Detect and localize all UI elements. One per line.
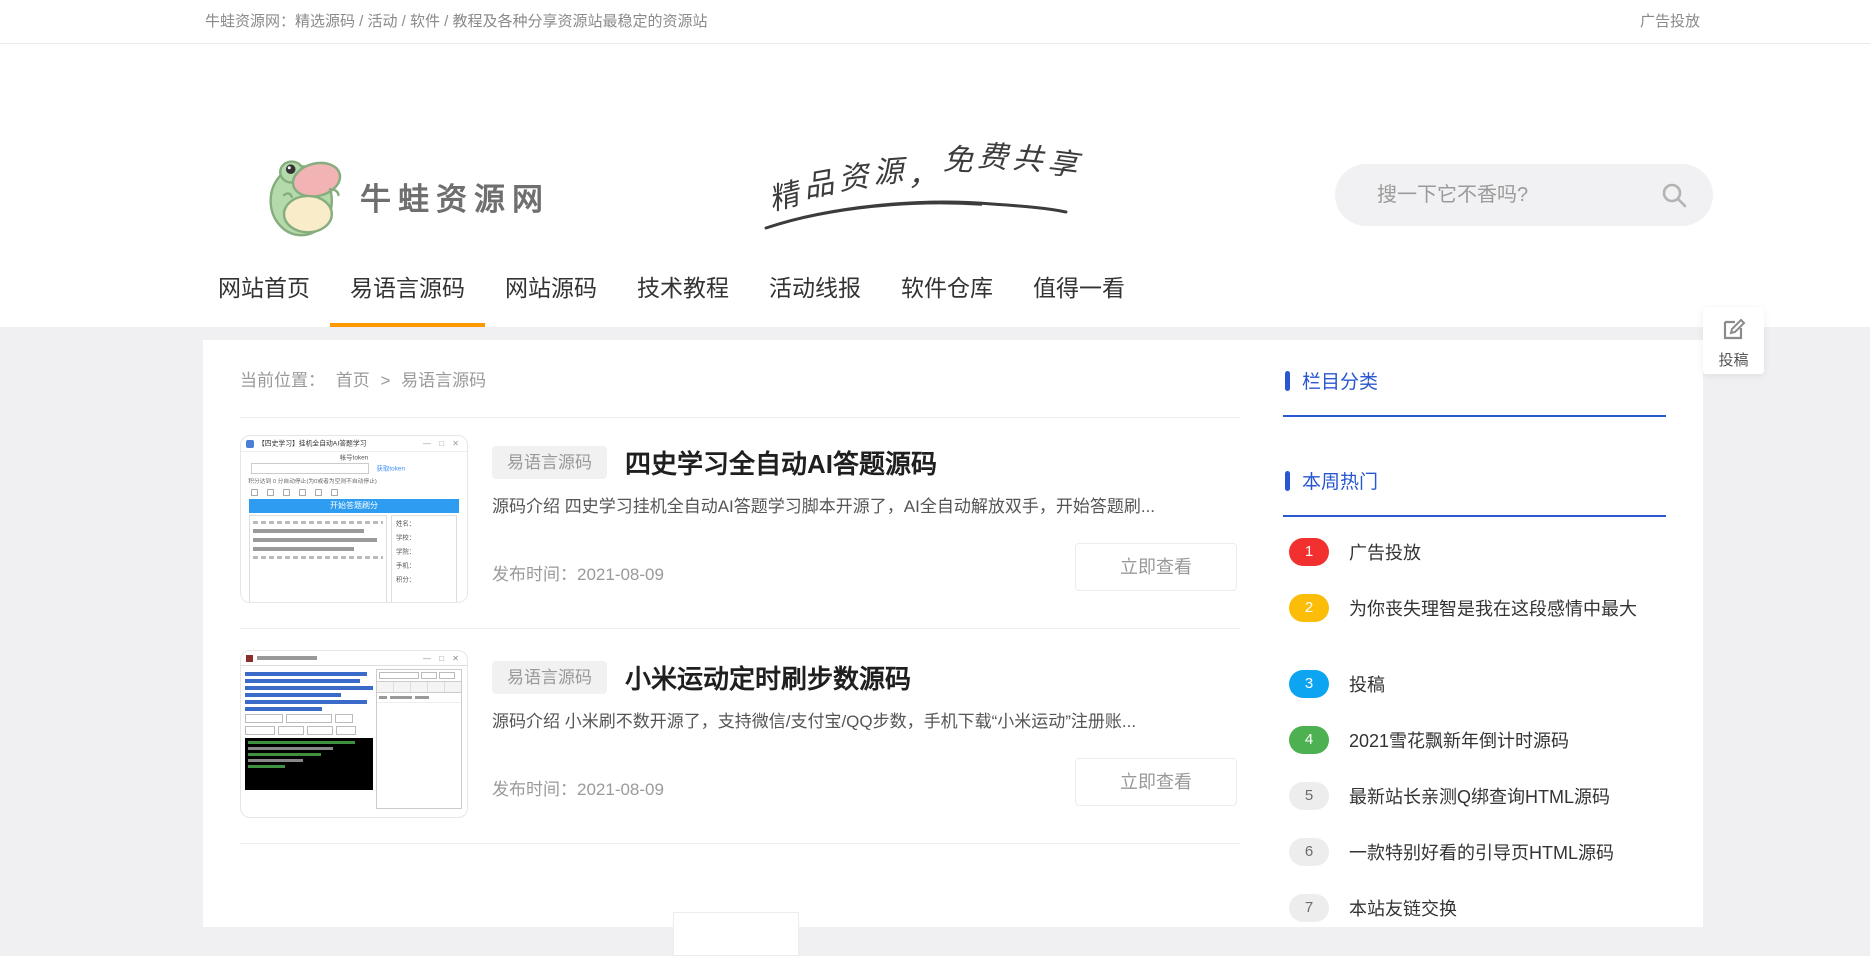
breadcrumb: 当前位置： 首页 > 易语言源码 [240,366,492,391]
rank-badge: 5 [1289,782,1329,810]
thumb1-window-title: 【四史学习】挂机全自动AI答题学习 [258,439,366,448]
article-1-title[interactable]: 四史学习全自动AI答题源码 [625,444,937,481]
article-2-title[interactable]: 小米运动定时刷步数源码 [625,659,911,696]
sidebar-section-underline [1283,415,1666,417]
thumb1-stop-rule: 积分达到 0 分自动停止(为0或者为空则不自动停止) [241,476,404,486]
nav-item-activities[interactable]: 活动线报 [749,252,881,327]
site-tagline: 牛蛙资源网：精选源码 / 活动 / 软件 / 教程及各种分享资源站最稳定的资源站 [205,0,708,44]
thumb1-body: 姓名： 学校： 学院： 手机： 积分： [249,515,459,603]
hot-item-7[interactable]: 7 本站友链交换 [1289,894,1457,922]
article-divider [240,843,1240,844]
section-accent-bar [1285,471,1290,491]
nav-item-site-source[interactable]: 网站源码 [485,252,617,327]
hot-item-4[interactable]: 4 2021雪花飘新年倒计时源码 [1289,726,1569,754]
top-bar: 牛蛙资源网：精选源码 / 活动 / 软件 / 教程及各种分享资源站最稳定的资源站… [0,0,1870,44]
article-1-view-button[interactable]: 立即查看 [1075,543,1237,591]
rank-badge: 7 [1289,894,1329,922]
edit-icon [1721,316,1747,342]
hot-item-2[interactable]: 2 为你丧失理智是我在这段感情中最大 [1289,594,1637,622]
thumb1-titlebar: 【四史学习】挂机全自动AI答题学习 — □ ✕ [241,436,467,452]
thumb1-token-row: 获取token [241,463,467,474]
thumb2-titlebar: — □ ✕ [241,651,467,666]
breadcrumb-separator: > [380,371,390,390]
hot-item-1[interactable]: 1 广告投放 [1289,538,1421,566]
thumb1-app-icon [246,440,254,448]
nav-item-worth-seeing[interactable]: 值得一看 [1013,252,1145,327]
article-1-summary: 源码介绍 四史学习挂机全自动AI答题学习脚本开源了，AI全自动解放双手，开始答题… [492,492,1240,517]
nav-item-home[interactable]: 网站首页 [198,252,330,327]
submit-post-button[interactable]: 投稿 [1703,307,1764,374]
thumb2-window-controls: — □ ✕ [423,654,462,663]
nav-item-yuyan-source[interactable]: 易语言源码 [330,252,485,327]
main-nav: 网站首页 易语言源码 网站源码 技术教程 活动线报 软件仓库 值得一看 [0,252,1870,327]
article-divider [240,628,1240,629]
rank-badge: 1 [1289,538,1329,566]
site-name[interactable]: 牛蛙资源网 [360,174,550,219]
content-container: 当前位置： 首页 > 易语言源码 【四史学习】挂机全自动AI答题学习 — □ ✕… [203,340,1703,927]
slogan-calligraphy: 精 品 资 源 ， 免 费 共 享 [768,144,1078,188]
thumb1-log-panel [249,515,387,603]
search-icon[interactable] [1661,182,1687,208]
slogan-underline-swoosh [762,192,1072,234]
submit-post-label: 投稿 [1703,349,1764,370]
sidebar-section-underline [1283,515,1666,517]
rank-badge: 6 [1289,838,1329,866]
sidebar-section-weekly-hot: 本周热门 [1285,467,1378,494]
breadcrumb-current: 易语言源码 [401,371,486,390]
nav-item-tutorials[interactable]: 技术教程 [617,252,749,327]
thumb2-table-panel [376,669,462,809]
article-1-thumbnail[interactable]: 【四史学习】挂机全自动AI答题学习 — □ ✕ 帐号token 获取token … [240,435,468,603]
rank-badge: 2 [1289,594,1329,622]
thumb2-app-icon [246,655,253,662]
article-2-date: 发布时间：2021-08-09 [492,775,664,800]
hot-item-6[interactable]: 6 一款特别好看的引导页HTML源码 [1289,838,1614,866]
sidebar-weekly-hot-title: 本周热门 [1302,467,1378,494]
ad-link[interactable]: 广告投放 [1640,0,1700,44]
article-2-thumbnail[interactable]: — □ ✕ [240,650,468,818]
thumb1-start-button: 开始答题刷分 [249,499,459,513]
thumb1-token-input [251,463,369,474]
rank-badge: 3 [1289,670,1329,698]
frog-logo-icon[interactable] [263,150,349,240]
thumb2-left-panel [245,669,373,809]
sidebar-categories-title: 栏目分类 [1302,367,1378,394]
breadcrumb-divider [240,417,1240,418]
search-input[interactable] [1377,164,1657,226]
hot-item-5[interactable]: 5 最新站长亲测Q绑查询HTML源码 [1289,782,1610,810]
search-box [1335,164,1713,226]
thumb1-token-label: 帐号token [264,453,445,462]
article-1-category-badge[interactable]: 易语言源码 [492,446,607,479]
thumb2-console [245,738,373,790]
rank-badge: 4 [1289,726,1329,754]
nav-item-software[interactable]: 软件仓库 [881,252,1013,327]
sidebar-section-categories: 栏目分类 [1285,367,1378,394]
breadcrumb-home-link[interactable]: 首页 [336,371,370,390]
thumb1-token-link: 获取token [377,464,405,473]
article-2-summary: 源码介绍 小米刷不数开源了，支持微信/支付宝/QQ步数，手机下载“小米运动”注册… [492,707,1240,732]
section-accent-bar [1285,371,1290,391]
header: 牛蛙资源网 精 品 资 源 ， 免 费 共 享 [0,44,1870,252]
hot-item-3[interactable]: 3 投稿 [1289,670,1385,698]
breadcrumb-prefix: 当前位置： [240,371,325,390]
thumb1-checkboxes [241,488,467,498]
load-more-button[interactable] [673,912,799,956]
thumb1-info-panel: 姓名： 学校： 学院： 手机： 积分： [391,515,457,603]
thumb2-body [241,666,467,809]
article-1-date: 发布时间：2021-08-09 [492,560,664,585]
article-2-category-badge[interactable]: 易语言源码 [492,661,607,694]
article-2-view-button[interactable]: 立即查看 [1075,758,1237,806]
thumb1-window-controls: — □ ✕ [423,439,462,448]
